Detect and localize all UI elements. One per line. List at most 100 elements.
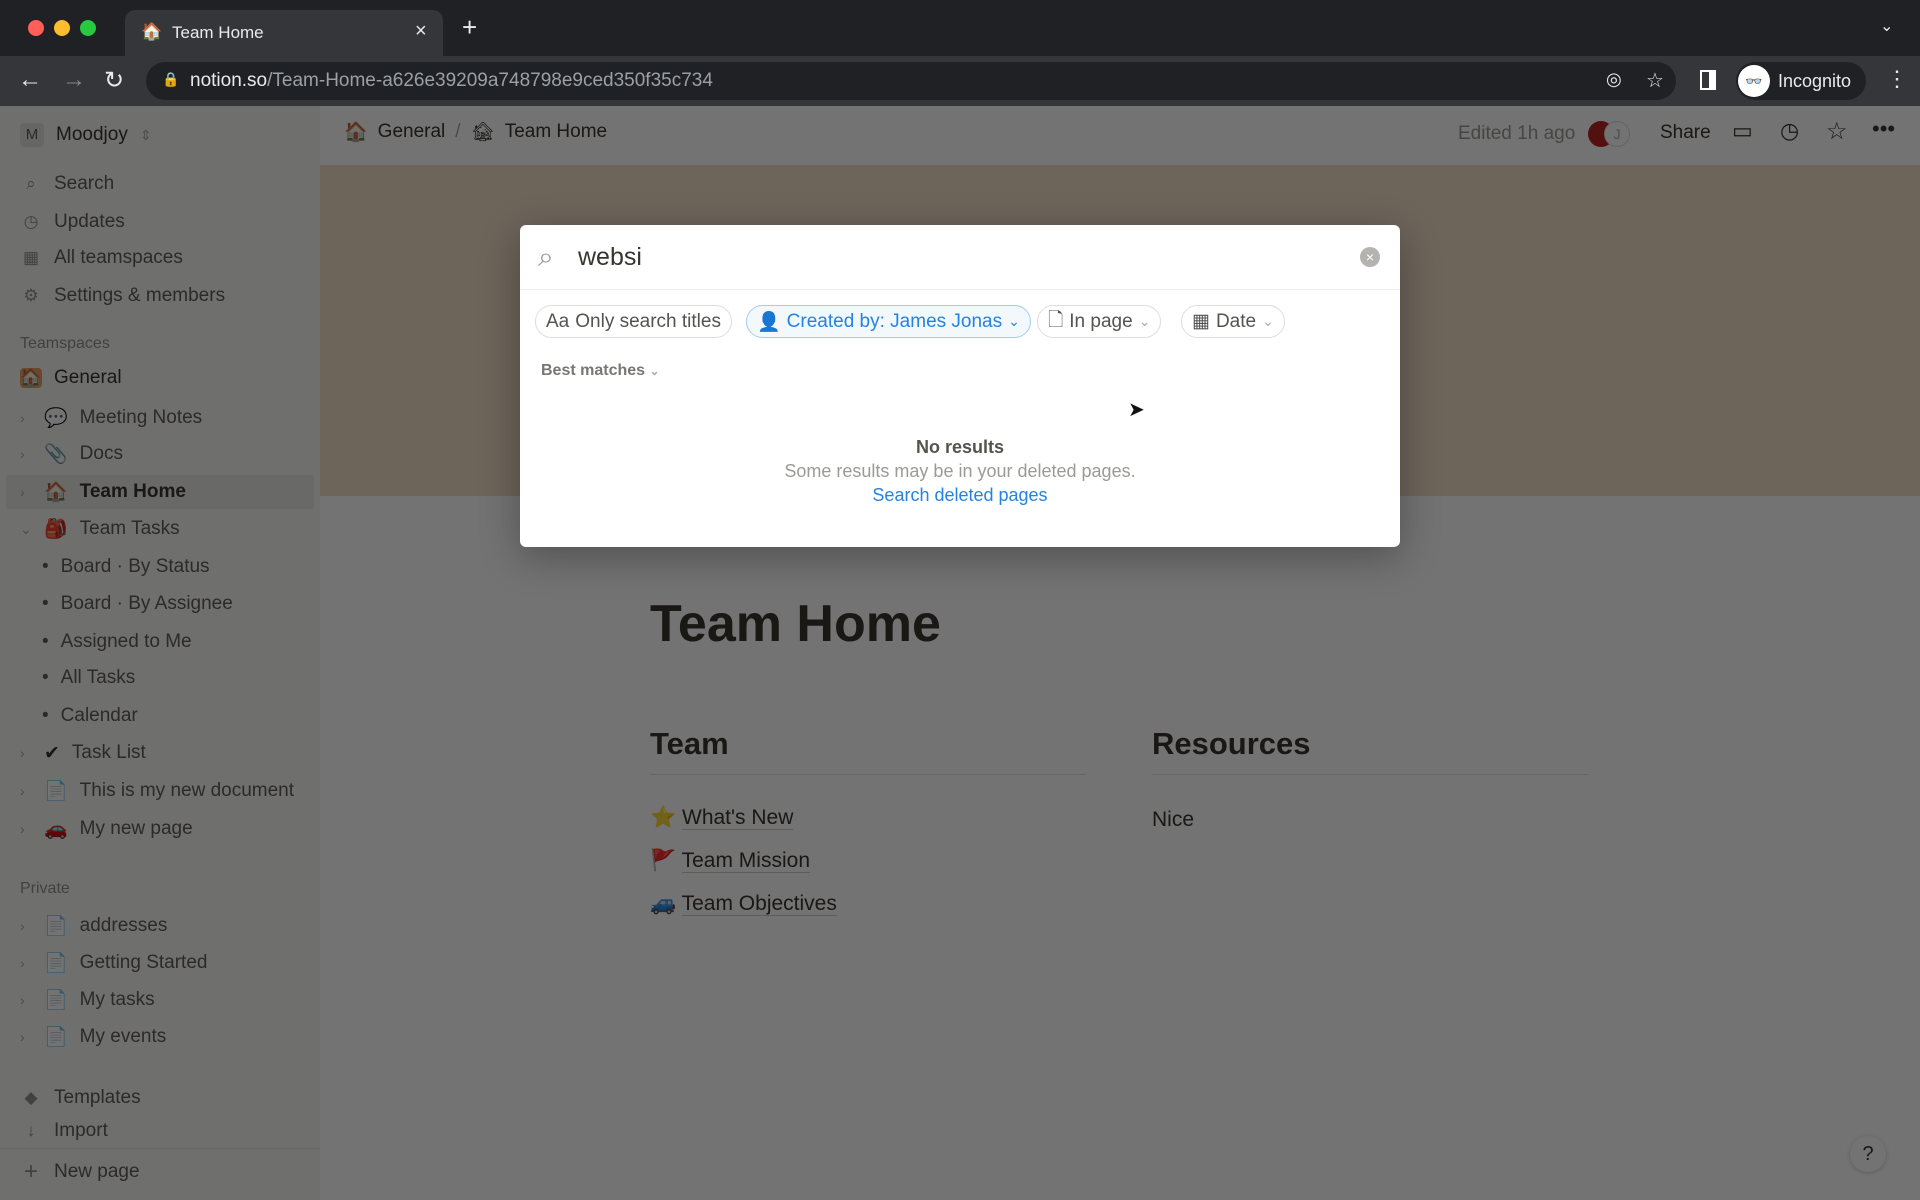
sidebar-item-search[interactable]: ⌕ Search	[20, 167, 114, 201]
minimize-window-button[interactable]	[54, 20, 70, 36]
breadcrumb-team-home[interactable]: Team Home	[505, 121, 607, 143]
page-link-team-objectives[interactable]: 🚙 Team Objectives	[650, 882, 837, 925]
sidebar-item-templates[interactable]: ◆ Templates	[20, 1081, 140, 1115]
help-button[interactable]: ?	[1850, 1136, 1886, 1172]
search-input[interactable]: websi	[578, 243, 642, 272]
sidebar-item-label: General	[54, 367, 122, 388]
new-tab-button[interactable]: +	[462, 12, 477, 43]
profile-button[interactable]: 👓 Incognito	[1736, 62, 1866, 100]
forward-button[interactable]: →	[62, 66, 86, 94]
sidebar-item-task-list[interactable]: › ✔ Task List	[20, 736, 146, 770]
workspace-switcher[interactable]: M Moodjoy ⇕	[20, 118, 152, 152]
created-by-filter[interactable]: 👤 Created by: James Jonas ⌄	[746, 305, 1031, 338]
browser-menu-icon[interactable]: ⋮	[1886, 66, 1908, 92]
sidebar-item-all-teamspaces[interactable]: ▦ All teamspaces	[20, 241, 183, 275]
text-aa-icon: Aa	[546, 310, 570, 332]
chevron-right-icon[interactable]: ›	[20, 745, 32, 761]
resources-heading: Resources	[1152, 726, 1588, 775]
chevron-right-icon[interactable]: ›	[20, 484, 32, 500]
favorite-star-icon[interactable]: ☆	[1826, 117, 1848, 146]
star-icon: ⭐	[650, 806, 677, 829]
chevron-right-icon[interactable]: ›	[20, 783, 32, 799]
chevron-down-icon[interactable]: ⌄	[20, 521, 32, 538]
page-link-team-mission[interactable]: 🚩 Team Mission	[650, 839, 837, 882]
sidebar-item-private[interactable]: › 📄 My tasks	[20, 983, 155, 1017]
sort-dropdown[interactable]: Best matches ⌄	[541, 362, 660, 380]
chip-label: Created by: James Jonas	[786, 310, 1003, 332]
incognito-icon: 👓	[1738, 65, 1770, 97]
house-icon: 🏠	[44, 482, 68, 503]
sidebar-item-docs[interactable]: › 📎 Docs	[20, 437, 123, 471]
sidebar-item-label: Board · By Assignee	[60, 593, 233, 614]
only-search-titles-toggle[interactable]: Aa Only search titles	[535, 305, 732, 338]
sidebar-subitem[interactable]: • All Tasks	[42, 661, 135, 695]
search-deleted-pages-link[interactable]: Search deleted pages	[520, 483, 1400, 507]
close-window-button[interactable]	[28, 20, 44, 36]
sidebar-item-my-new-page[interactable]: › 🚗 My new page	[20, 812, 193, 846]
chevron-right-icon[interactable]: ›	[20, 446, 32, 462]
sidebar-item-general[interactable]: 🏠 General	[20, 361, 122, 395]
mouse-cursor-icon: ➤	[1128, 399, 1145, 421]
sidebar-item-team-home[interactable]: › 🏠 Team Home	[6, 475, 314, 509]
sidebar-item-meeting-notes[interactable]: › 💬 Meeting Notes	[20, 401, 202, 435]
sidebar-item-import[interactable]: ↓ Import	[20, 1114, 108, 1148]
new-page-button[interactable]: + New page	[20, 1155, 140, 1189]
maximize-window-button[interactable]	[80, 20, 96, 36]
sidebar-item-private[interactable]: › 📄 addresses	[20, 909, 167, 943]
sidebar-item-label: My tasks	[79, 989, 155, 1010]
sidebar-item-label: Search	[54, 173, 115, 194]
chevron-right-icon[interactable]: ›	[20, 955, 32, 971]
no-results-hint: Some results may be in your deleted page…	[784, 461, 1136, 481]
history-clock-icon[interactable]: ◷	[1780, 118, 1799, 144]
clock-icon: ◷	[23, 212, 39, 231]
download-icon: ↓	[26, 1121, 36, 1140]
url-field[interactable]: 🔒 notion.so/Team-Home-a626e39209a748798e…	[146, 62, 1676, 100]
flag-icon: 🚩	[650, 849, 677, 872]
sidebar-item-team-tasks[interactable]: ⌄ 🎒 Team Tasks	[20, 512, 180, 546]
sidebar-item-label: addresses	[79, 915, 168, 936]
close-tab-icon[interactable]: ×	[415, 20, 427, 43]
no-results-title: No results	[915, 437, 1005, 457]
tab-search-icon[interactable]: ⌄	[1880, 16, 1893, 36]
sidebar-item-label: Docs	[79, 443, 123, 464]
breadcrumb-general[interactable]: General	[378, 121, 446, 143]
browser-tab[interactable]: 🏠 Team Home ×	[125, 10, 443, 56]
resources-text[interactable]: Nice	[1152, 798, 1194, 841]
in-page-filter[interactable]: 🗋 In page ⌄	[1037, 305, 1162, 338]
sidebar-item-private[interactable]: › 📄 My events	[20, 1020, 166, 1054]
share-button[interactable]: Share	[1660, 122, 1711, 144]
page-title[interactable]: Team Home	[650, 594, 941, 654]
clear-search-icon[interactable]: ×	[1360, 247, 1380, 267]
backpack-icon: 🎒	[44, 519, 68, 540]
sidebar-subitem[interactable]: • Calendar	[42, 699, 138, 733]
side-panel-icon[interactable]	[1700, 70, 1716, 90]
chevron-down-icon: ⌄	[1138, 313, 1151, 329]
sidebar-subitem[interactable]: • Board · By Assignee	[42, 587, 233, 621]
link-label: Team Objectives	[681, 892, 837, 916]
sidebar-item-new-document[interactable]: › 📄 This is my new document	[20, 774, 294, 808]
reload-button[interactable]: ↻	[104, 66, 124, 95]
eye-off-icon[interactable]: ◎	[1606, 69, 1622, 90]
sidebar-item-private[interactable]: › 📄 Getting Started	[20, 946, 207, 980]
chevron-right-icon[interactable]: ›	[20, 821, 32, 837]
gear-icon: ⚙	[23, 286, 39, 305]
comment-icon[interactable]: ▭	[1732, 118, 1753, 144]
sidebar-subitem[interactable]: • Board · By Status	[42, 550, 210, 584]
sidebar-subitem[interactable]: • Assigned to Me	[42, 625, 192, 659]
sidebar-item-settings[interactable]: ⚙ Settings & members	[20, 279, 225, 313]
sidebar-item-updates[interactable]: ◷ Updates	[20, 205, 125, 239]
workspace-avatar: M	[20, 123, 44, 147]
chevron-right-icon[interactable]: ›	[20, 992, 32, 1008]
bookmark-star-icon[interactable]: ☆	[1646, 68, 1664, 93]
back-button[interactable]: ←	[18, 66, 42, 94]
avatar[interactable]: J	[1604, 121, 1630, 147]
sort-label: Best matches	[541, 362, 646, 379]
page-link-whats-new[interactable]: ⭐ What's New	[650, 796, 837, 839]
date-filter[interactable]: ▦ Date ⌄	[1181, 305, 1285, 338]
teamspaces-label: Teamspaces	[20, 335, 110, 352]
more-icon[interactable]: •••	[1872, 116, 1895, 142]
chevron-right-icon[interactable]: ›	[20, 918, 32, 934]
chevron-right-icon[interactable]: ›	[20, 1029, 32, 1045]
chevron-right-icon[interactable]: ›	[20, 410, 32, 426]
chevron-updown-icon: ⇕	[139, 126, 152, 143]
